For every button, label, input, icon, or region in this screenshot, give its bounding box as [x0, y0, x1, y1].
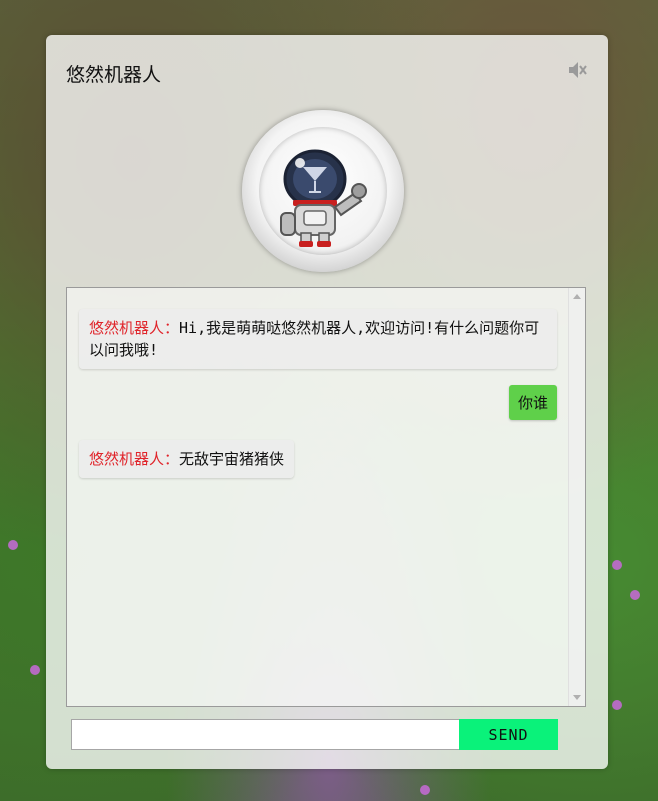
- composer: SEND: [71, 719, 558, 750]
- window-title: 悠然机器人: [66, 64, 162, 86]
- background-flower: [630, 590, 640, 600]
- robot-astronaut-icon: [259, 127, 387, 255]
- bot-name-label: 悠然机器人：: [89, 319, 180, 337]
- scroll-up-arrow-icon[interactable]: [573, 294, 581, 299]
- background-flower: [612, 560, 622, 570]
- speaker-muted-icon[interactable]: [566, 59, 588, 81]
- bot-avatar: [242, 110, 404, 272]
- chat-window: 悠然机器人 悠然机器人：Hi,我是萌萌哒悠然机器人,欢迎访问!有什么问题你可以问…: [46, 35, 608, 769]
- background-flower: [30, 665, 40, 675]
- chat-history[interactable]: 悠然机器人：Hi,我是萌萌哒悠然机器人,欢迎访问!有什么问题你可以问我哦! 你谁…: [66, 287, 586, 707]
- background-flower: [420, 785, 430, 795]
- bot-message: 悠然机器人：无敌宇宙猪猪侠: [79, 440, 295, 478]
- bot-name-label: 悠然机器人：: [89, 450, 180, 468]
- chat-scrollbar[interactable]: [568, 288, 585, 706]
- message-input[interactable]: [71, 719, 460, 750]
- user-message-text: 你谁: [517, 394, 548, 412]
- scroll-down-arrow-icon[interactable]: [573, 695, 581, 700]
- bot-message-text: 无敌宇宙猪猪侠: [179, 450, 285, 468]
- send-button[interactable]: SEND: [459, 719, 558, 750]
- bot-message: 悠然机器人：Hi,我是萌萌哒悠然机器人,欢迎访问!有什么问题你可以问我哦!: [79, 309, 557, 369]
- background-flower: [8, 540, 18, 550]
- user-message: 你谁: [508, 385, 557, 420]
- background-flower: [612, 700, 622, 710]
